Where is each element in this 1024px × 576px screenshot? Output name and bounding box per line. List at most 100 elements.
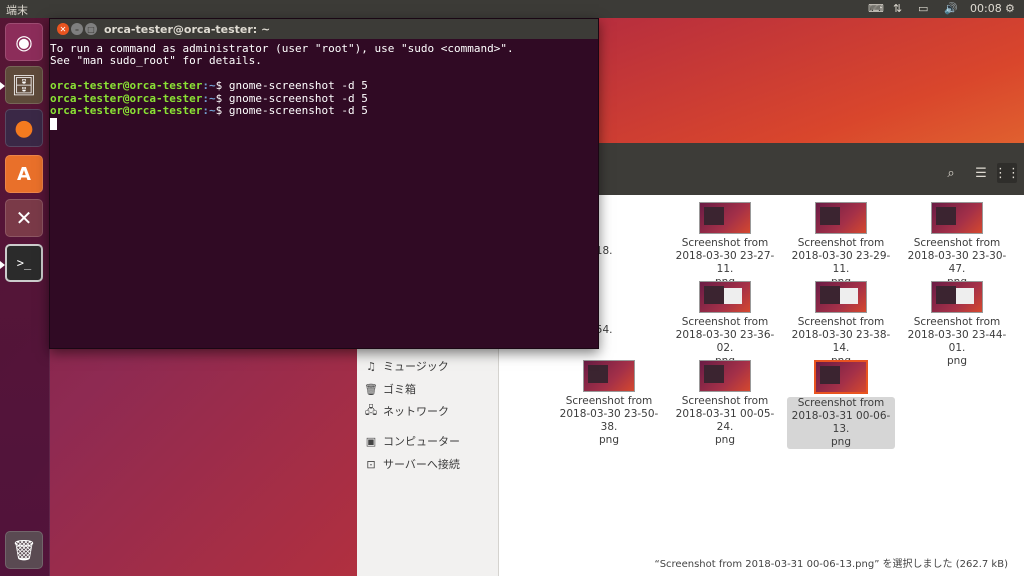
terminal-line: See "man sudo_root" for details. bbox=[50, 54, 262, 67]
file-thumbnail bbox=[815, 202, 867, 234]
file-name: Screenshot from 2018-03-31 00-05-24. png bbox=[671, 395, 779, 447]
file-name-line: Screenshot from bbox=[913, 237, 1001, 249]
prompt-sign: $ bbox=[215, 104, 229, 117]
prompt-user: orca-tester@orca-tester bbox=[50, 79, 203, 92]
thumbnail-detail bbox=[840, 288, 858, 304]
file-item[interactable]: Screenshot from2018-03-30 23-36-02.png bbox=[671, 281, 779, 368]
file-item[interactable]: Screenshot from 2018-03-30 23-50-38. png bbox=[555, 360, 663, 447]
file-name-line: png bbox=[947, 355, 967, 367]
software-center-launcher[interactable]: A bbox=[5, 155, 43, 193]
thumbnail-detail bbox=[820, 286, 840, 304]
file-item[interactable]: Screenshot from 2018-03-30 23-44-01. png bbox=[903, 281, 1011, 368]
gear-icon[interactable]: ⚙ bbox=[1005, 2, 1015, 16]
terminal-window[interactable]: ✕ – □ orca-tester@orca-tester: ~ To run … bbox=[49, 18, 599, 349]
sidebar-item-label: サーバーへ接続 bbox=[383, 458, 460, 471]
tools-icon: ✕ bbox=[15, 206, 33, 230]
file-thumbnail bbox=[583, 360, 635, 392]
thumbnail-detail bbox=[956, 288, 974, 304]
terminal-title: orca-tester@orca-tester: ~ bbox=[104, 23, 271, 36]
file-name-line: 2018-03-30 23-38-14. bbox=[791, 329, 891, 354]
command-text: gnome-screenshot -d 5 bbox=[228, 79, 368, 92]
file-thumbnail bbox=[699, 202, 751, 234]
app-menu-title[interactable]: 端末 bbox=[6, 2, 28, 18]
file-thumbnail bbox=[699, 281, 751, 313]
file-thumbnail bbox=[815, 281, 867, 313]
launcher: ◉ 🗄 ● A ✕ >_ 🗑 bbox=[0, 18, 50, 576]
ubuntu-logo-icon: ◉ bbox=[15, 30, 33, 54]
file-name-line: 2018-03-31 00-06-13. bbox=[791, 410, 891, 435]
file-name: Screenshot from 2018-03-30 23-44-01. png bbox=[903, 316, 1011, 368]
file-name-line: 2018-03-30 23-27-11. bbox=[675, 250, 775, 275]
ubuntu-dash-button[interactable]: ◉ bbox=[5, 23, 43, 61]
system-settings-launcher[interactable]: ✕ bbox=[5, 199, 43, 237]
file-name-line: 2018-03-30 23-44-01. bbox=[907, 329, 1007, 354]
file-thumbnail bbox=[699, 360, 751, 392]
search-icon[interactable]: ⌕ bbox=[941, 163, 961, 183]
desktop-wallpaper bbox=[598, 18, 1024, 143]
trash-icon: 🗑 bbox=[364, 382, 378, 396]
network-arrows-icon[interactable]: ⇅ bbox=[893, 2, 902, 16]
file-item[interactable]: Screenshot from2018-03-30 23-30-47.png bbox=[903, 202, 1011, 289]
prompt-sign: $ bbox=[215, 79, 229, 92]
thumbnail-detail bbox=[704, 365, 724, 383]
file-cabinet-icon: 🗄 bbox=[11, 73, 37, 97]
file-thumbnail bbox=[931, 202, 983, 234]
files-launcher[interactable]: 🗄 bbox=[5, 66, 43, 104]
keyboard-icon[interactable]: ⌨ bbox=[868, 2, 884, 16]
network-icon: 🖧 bbox=[364, 403, 378, 417]
prompt-user: orca-tester@orca-tester bbox=[50, 104, 203, 117]
trash-launcher[interactable]: 🗑 bbox=[5, 531, 43, 569]
music-icon: ♫ bbox=[366, 359, 376, 373]
terminal-command-line: orca-tester@orca-tester:~$ gnome-screens… bbox=[50, 104, 368, 118]
file-item[interactable]: Screenshot from2018-03-30 23-38-14.png bbox=[787, 281, 895, 368]
file-item[interactable]: Screenshot from 2018-03-31 00-05-24. png bbox=[671, 360, 779, 447]
clock[interactable]: 00:08 bbox=[970, 2, 1002, 16]
file-item[interactable]: Screenshot from2018-03-30 23-27-11.png bbox=[671, 202, 779, 289]
sidebar-item-label: コンピューター bbox=[383, 435, 460, 448]
sidebar-item-label: ミュージック bbox=[383, 360, 449, 373]
file-name-line: Screenshot from bbox=[681, 395, 769, 407]
trash-icon: 🗑 bbox=[11, 538, 37, 562]
thumbnail-detail bbox=[704, 286, 724, 304]
terminal-cursor bbox=[50, 118, 57, 130]
file-name-line: png bbox=[599, 434, 619, 446]
terminal-output[interactable]: To run a command as administrator (user … bbox=[50, 40, 598, 348]
file-name: Screenshot from 2018-03-30 23-50-38. png bbox=[555, 395, 663, 447]
file-name-line: Screenshot from bbox=[565, 395, 653, 407]
terminal-titlebar[interactable]: ✕ – □ orca-tester@orca-tester: ~ bbox=[50, 19, 598, 39]
file-name-line: 2018-03-30 23-30-47. bbox=[907, 250, 1007, 275]
sidebar-item-music[interactable]: ♫ ミュージック bbox=[365, 357, 449, 375]
sidebar-item-network[interactable]: 🖧 ネットワーク bbox=[365, 402, 449, 420]
volume-icon[interactable]: 🔊 bbox=[944, 2, 958, 16]
command-text: gnome-screenshot -d 5 bbox=[228, 104, 368, 117]
close-icon[interactable]: ✕ bbox=[57, 23, 69, 35]
file-name-line: Screenshot from bbox=[797, 237, 885, 249]
firefox-icon: ● bbox=[14, 115, 34, 141]
sidebar-item-label: ゴミ箱 bbox=[383, 383, 416, 396]
sidebar-item-trash[interactable]: 🗑 ゴミ箱 bbox=[364, 380, 416, 398]
minimize-icon[interactable]: – bbox=[71, 23, 83, 35]
computer-icon: ▣ bbox=[365, 434, 377, 448]
file-item[interactable]: Screenshot from 2018-03-31 00-06-13. png bbox=[787, 360, 895, 449]
file-item[interactable]: Screenshot from2018-03-30 23-29-11.png bbox=[787, 202, 895, 289]
file-name-line: Screenshot from bbox=[681, 237, 769, 249]
file-name-line: Screenshot from bbox=[797, 397, 885, 409]
thumbnail-detail bbox=[588, 365, 608, 383]
thumbnail-detail bbox=[936, 286, 956, 304]
server-icon: ⊡ bbox=[366, 457, 376, 471]
list-view-icon[interactable]: ☰ bbox=[971, 163, 991, 183]
thumbnail-detail bbox=[704, 207, 724, 225]
file-name-line: 2018-03-30 23-36-02. bbox=[675, 329, 775, 354]
sidebar-item-computer[interactable]: ▣ コンピューター bbox=[365, 432, 460, 450]
thumbnail-detail bbox=[724, 288, 742, 304]
grid-view-icon[interactable]: ⋮⋮ bbox=[994, 163, 1020, 183]
maximize-icon[interactable]: □ bbox=[85, 23, 97, 35]
file-thumbnail bbox=[814, 360, 868, 394]
battery-icon[interactable]: ▭ bbox=[918, 2, 928, 16]
prompt-dir: :~ bbox=[202, 79, 216, 92]
firefox-launcher[interactable]: ● bbox=[5, 109, 43, 147]
file-name-line: Screenshot from bbox=[797, 316, 885, 328]
sidebar-item-connect-server[interactable]: ⊡ サーバーへ接続 bbox=[365, 455, 460, 473]
top-panel: 端末 ⌨ ⇅ ▭ 🔊 00:08 ⚙ bbox=[0, 0, 1024, 18]
terminal-launcher[interactable]: >_ bbox=[5, 244, 43, 282]
